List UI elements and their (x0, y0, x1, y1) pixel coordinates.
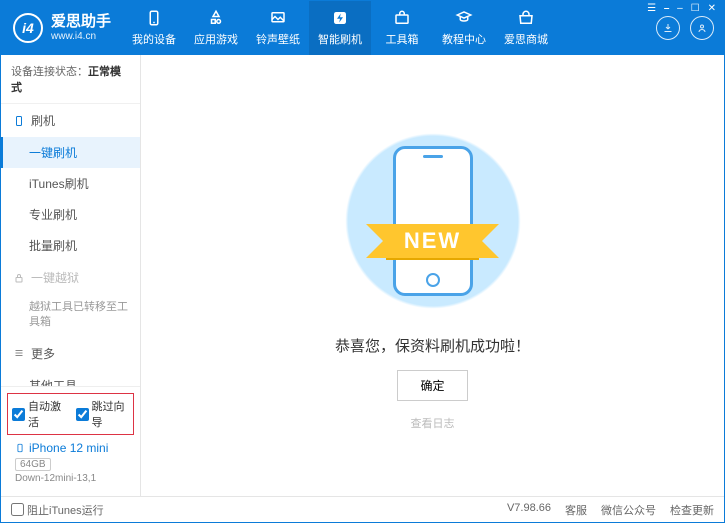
view-log-link[interactable]: 查看日志 (411, 415, 455, 431)
flash-icon (331, 9, 349, 27)
nav-store[interactable]: 爱思商城 (495, 1, 557, 55)
connection-label: 设备连接状态： (11, 66, 88, 78)
body: 设备连接状态：正常模式 刷机 一键刷机 iTunes刷机 专业刷机 批量刷机 一… (1, 55, 724, 496)
check-update-link[interactable]: 检查更新 (670, 502, 714, 518)
nav-toolbox[interactable]: 工具箱 (371, 1, 433, 55)
checkbox-auto-activate[interactable]: 自动激活 (12, 398, 66, 430)
service-link[interactable]: 客服 (565, 502, 587, 518)
section-title: 一键越狱 (31, 269, 79, 286)
main-nav: 我的设备 应用游戏 铃声壁纸 智能刷机 工具箱 (123, 1, 656, 55)
device-card[interactable]: iPhone 12 mini 64GB Down-12mini-13,1 (7, 435, 134, 490)
section-title: 更多 (31, 345, 55, 362)
connection-status: 设备连接状态：正常模式 (1, 55, 140, 104)
checkbox-label: 自动激活 (28, 398, 66, 430)
version-label: V7.98.66 (507, 502, 551, 518)
sidebar-item-pro-flash[interactable]: 专业刷机 (1, 199, 140, 230)
checkbox-input[interactable] (11, 503, 24, 516)
phone-graphic (393, 146, 473, 296)
nav-label: 爱思商城 (504, 31, 548, 47)
app-name: 爱思助手 (51, 13, 111, 31)
pin-icon[interactable]: ⎯ (664, 3, 669, 14)
highlighted-options: 自动激活 跳过向导 (7, 393, 134, 435)
nav-label: 应用游戏 (194, 31, 238, 47)
success-illustration: NEW (333, 121, 533, 321)
sidebar-item-itunes-flash[interactable]: iTunes刷机 (1, 168, 140, 199)
success-message: 恭喜您，保资料刷机成功啦！ (335, 335, 530, 356)
sidebar: 设备连接状态：正常模式 刷机 一键刷机 iTunes刷机 专业刷机 批量刷机 一… (1, 55, 141, 496)
wallpaper-icon (269, 9, 287, 27)
phone-icon (145, 9, 163, 27)
logo-area: i4 爱思助手 www.i4.cn (1, 13, 123, 43)
apps-icon (207, 9, 225, 27)
sidebar-item-oneclick-flash[interactable]: 一键刷机 (1, 137, 140, 168)
device-name-text: iPhone 12 mini (29, 441, 108, 455)
maximize-icon[interactable]: ☐ (691, 3, 700, 14)
checkbox-input[interactable] (76, 408, 89, 421)
wechat-link[interactable]: 微信公众号 (601, 502, 656, 518)
nav-label: 智能刷机 (318, 31, 362, 47)
nav-ringtone-wallpaper[interactable]: 铃声壁纸 (247, 1, 309, 55)
phone-icon (15, 441, 25, 455)
sidebar-scroll: 刷机 一键刷机 iTunes刷机 专业刷机 批量刷机 一键越狱 越狱工具已转移至… (1, 104, 140, 386)
main-content: NEW 恭喜您，保资料刷机成功啦！ 确定 查看日志 (141, 55, 724, 496)
nav-label: 教程中心 (442, 31, 486, 47)
checkbox-label: 跳过向导 (92, 398, 130, 430)
toolbox-icon (393, 9, 411, 27)
jailbreak-note: 越狱工具已转移至工具箱 (1, 294, 140, 337)
titlebar-right (656, 16, 724, 40)
menu-icon (13, 347, 25, 359)
nav-tutorials[interactable]: 教程中心 (433, 1, 495, 55)
user-icon[interactable] (690, 16, 714, 40)
close-icon[interactable]: ✕ (708, 3, 716, 14)
sidebar-item-other-tools[interactable]: 其他工具 (1, 370, 140, 386)
download-icon[interactable] (656, 16, 680, 40)
nav-label: 我的设备 (132, 31, 176, 47)
nav-apps-games[interactable]: 应用游戏 (185, 1, 247, 55)
statusbar: 阻止iTunes运行 V7.98.66 客服 微信公众号 检查更新 (1, 496, 724, 522)
lock-icon (13, 272, 25, 284)
window-controls: ☰ ⎯ – ☐ ✕ (647, 3, 716, 14)
device-name: iPhone 12 mini (15, 441, 126, 455)
checkbox-input[interactable] (12, 408, 25, 421)
storage-badge: 64GB (15, 458, 51, 471)
section-jailbreak: 一键越狱 (1, 261, 140, 294)
nav-my-device[interactable]: 我的设备 (123, 1, 185, 55)
ok-button[interactable]: 确定 (397, 370, 467, 401)
new-ribbon: NEW (386, 224, 479, 258)
app-window: ☰ ⎯ – ☐ ✕ i4 爱思助手 www.i4.cn 我的设备 (0, 0, 725, 523)
sidebar-bottom: 自动激活 跳过向导 iPhone 12 mini 64GB Down-12min… (1, 386, 140, 496)
sidebar-item-batch-flash[interactable]: 批量刷机 (1, 230, 140, 261)
tutorial-icon (455, 9, 473, 27)
section-title: 刷机 (31, 112, 55, 129)
titlebar: i4 爱思助手 www.i4.cn 我的设备 应用游戏 铃声壁纸 (1, 1, 724, 55)
checkbox-label: 阻止iTunes运行 (27, 502, 104, 518)
store-icon (517, 9, 535, 27)
phone-icon (13, 115, 25, 127)
device-subtitle: Down-12mini-13,1 (15, 473, 126, 484)
minimize-icon[interactable]: – (677, 3, 683, 14)
settings-icon[interactable]: ☰ (647, 3, 656, 14)
section-flash[interactable]: 刷机 (1, 104, 140, 137)
checkbox-block-itunes[interactable]: 阻止iTunes运行 (11, 502, 104, 518)
nav-label: 工具箱 (386, 31, 419, 47)
app-url: www.i4.cn (51, 31, 111, 43)
section-more[interactable]: 更多 (1, 337, 140, 370)
nav-smart-flash[interactable]: 智能刷机 (309, 1, 371, 55)
nav-label: 铃声壁纸 (256, 31, 300, 47)
checkbox-skip-guide[interactable]: 跳过向导 (76, 398, 130, 430)
logo-icon: i4 (13, 13, 43, 43)
